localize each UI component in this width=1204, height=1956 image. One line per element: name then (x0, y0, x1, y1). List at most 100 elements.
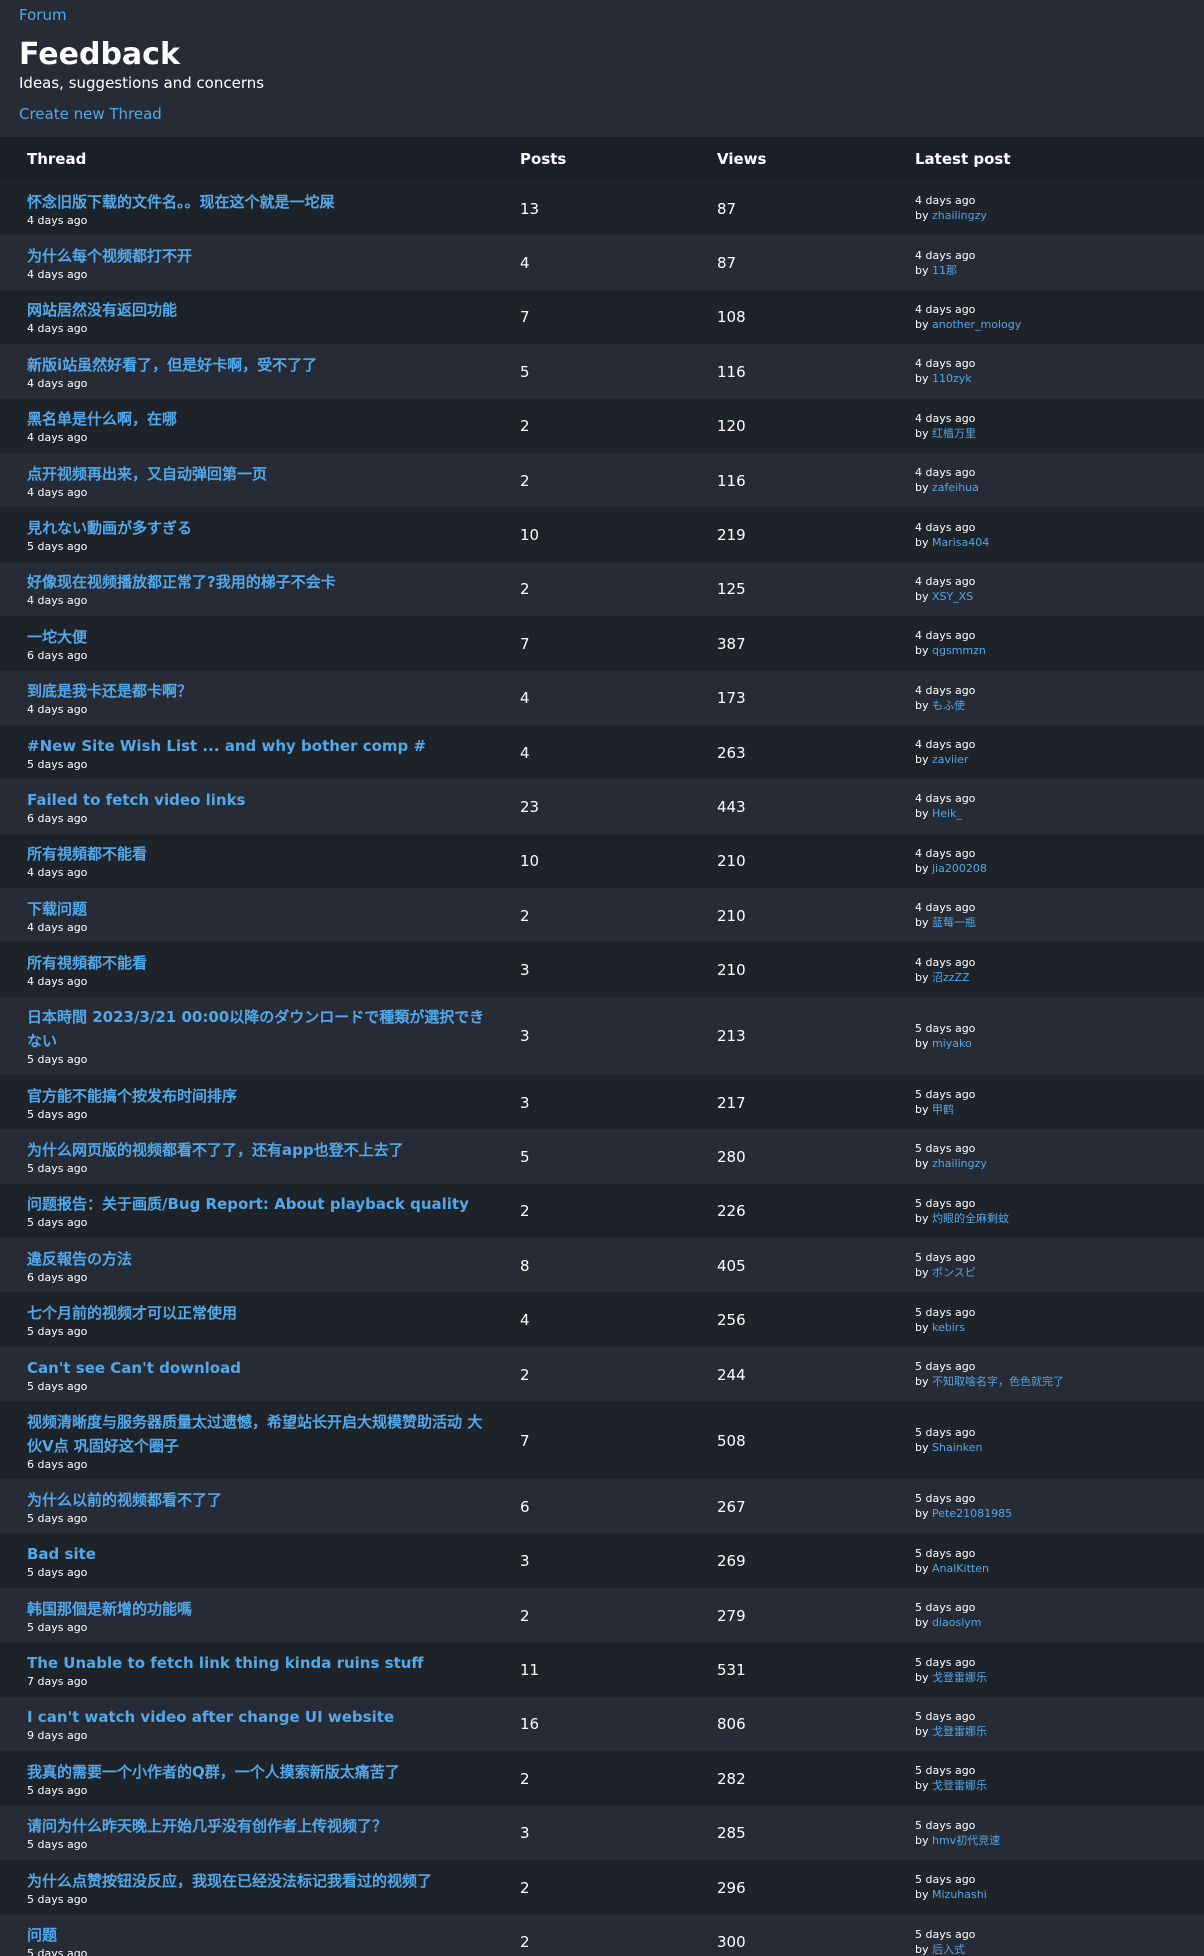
thread-title-link[interactable]: 请问为什么昨天晚上开始几乎没有创作者上传视频了？ (27, 1814, 497, 1838)
posts-count: 2 (520, 1769, 530, 1788)
table-row: 请问为什么昨天晚上开始几乎没有创作者上传视频了？ 5 days ago 3 285 5 … (0, 1805, 1204, 1860)
latest-post-user-link[interactable]: 灼眼的全麻剩蚊 (932, 1212, 1009, 1225)
latest-post-user-link[interactable]: miyako (932, 1037, 972, 1050)
latest-post-user-link[interactable]: ポンスピ (932, 1266, 976, 1279)
create-thread-link[interactable]: Create new Thread (19, 104, 162, 124)
thread-cell: 问题报告：关于画质/Bug Report: About playback qua… (0, 1183, 520, 1239)
thread-title-link[interactable]: 怀念旧版下载的文件名。。现在这个就是一坨屎 (27, 190, 497, 214)
table-row: 问题报告：关于画质/Bug Report: About playback qua… (0, 1183, 1204, 1239)
latest-post-user-link[interactable]: 蓝莓一瓶 (932, 916, 976, 929)
latest-post-user-link[interactable]: qgsmmzn (932, 644, 986, 657)
latest-post-user-link[interactable]: Pete21081985 (932, 1507, 1012, 1520)
thread-title-link[interactable]: 所有視頻都不能看 (27, 842, 497, 866)
thread-title-link[interactable]: I can't watch video after change UI webs… (27, 1705, 497, 1729)
latest-post-user-link[interactable]: diaoslym (932, 1616, 982, 1629)
latest-post-user-link[interactable]: kebirs (932, 1321, 965, 1334)
latest-post-author: by Pete21081985 (915, 1506, 1204, 1521)
thread-title-link[interactable]: 网站居然没有返回功能 (27, 298, 497, 322)
views-count: 405 (717, 1256, 746, 1275)
thread-title-link[interactable]: 为什么网页版的视频都看不了了，还有app也登不上去了 (27, 1138, 497, 1162)
thread-title-link[interactable]: 到底是我卡还是都卡啊？ (27, 679, 497, 703)
posts-cell: 3 (520, 996, 717, 1075)
latest-post-user-link[interactable]: zhailingzy (932, 209, 987, 222)
thread-cell: 视频清晰度与服务器质量太过遗憾，希望站长开启大规模赞助活动 大伙V点 巩固好这个… (0, 1401, 520, 1480)
latest-post-user-link[interactable]: Shainken (932, 1441, 982, 1454)
thread-title-link[interactable]: 七个月前的视频才可以正常使用 (27, 1301, 497, 1325)
views-count: 279 (717, 1606, 746, 1625)
thread-title-link[interactable]: 好像现在视频播放都正常了?我用的梯子不会卡 (27, 570, 497, 594)
latest-post-user-link[interactable]: 11那 (932, 264, 957, 277)
thread-title-link[interactable]: 我真的需要一个小作者的Q群，一个人摸索新版太痛苦了 (27, 1760, 497, 1784)
thread-title-link[interactable]: #New Site Wish List ... and why bother c… (27, 734, 497, 758)
latest-post-user-link[interactable]: XSY_XS (932, 590, 973, 603)
views-cell: 125 (717, 561, 915, 617)
thread-title-link[interactable]: 问题报告：关于画质/Bug Report: About playback qua… (27, 1192, 497, 1216)
latest-post-user-link[interactable]: Mizuhashi (932, 1888, 987, 1901)
posts-count: 5 (520, 1147, 530, 1166)
latest-post-user-link[interactable]: zafeihua (932, 481, 979, 494)
thread-title-link[interactable]: 新版i站虽然好看了，但是好卡啊，受不了了 (27, 353, 497, 377)
thread-title-link[interactable]: 为什么点赞按钮没反应，我现在已经没法标记我看过的视频了 (27, 1869, 497, 1893)
latest-post-user-link[interactable]: 110zyk (932, 372, 972, 385)
by-label: by (915, 1779, 929, 1793)
posts-count: 3 (520, 1027, 530, 1046)
latest-post-user-link[interactable]: zaviier (932, 753, 968, 766)
thread-title-link[interactable]: 黑名单是什么啊，在哪 (27, 407, 497, 431)
views-count: 300 (717, 1933, 746, 1952)
latest-post-date: 5 days ago (915, 1709, 976, 1723)
views-cell: 219 (717, 507, 915, 562)
latest-post-user-link[interactable]: Marisa404 (932, 536, 989, 549)
thread-title-link[interactable]: Failed to fetch video links (27, 788, 497, 812)
thread-cell: 请问为什么昨天晚上开始几乎没有创作者上传视频了？ 5 days ago (0, 1805, 520, 1860)
latest-post-date: 4 days ago (915, 792, 976, 806)
thread-title-link[interactable]: 官方能不能搞个按发布时间排序 (27, 1084, 497, 1108)
column-header-latest-post: Latest post (915, 137, 1204, 181)
thread-title-link[interactable]: 韩国那個是新增的功能嗎 (27, 1597, 497, 1621)
thread-title-link[interactable]: 为什么每个视频都打不开 (27, 244, 497, 268)
thread-title-link[interactable]: 问题 (27, 1923, 497, 1947)
latest-post-user-link[interactable]: 戈登雷娜乐 (932, 1779, 987, 1792)
thread-created-date: 5 days ago (27, 1325, 88, 1339)
by-label: by (915, 589, 929, 603)
latest-post-date: 4 days ago (915, 302, 976, 316)
posts-count: 7 (520, 1431, 530, 1450)
latest-post-user-link[interactable]: 甲鹤 (932, 1103, 954, 1116)
thread-cell: 问题 5 days ago (0, 1914, 520, 1956)
latest-post-user-link[interactable]: 不知取啥名字，色色就完了 (932, 1375, 1064, 1388)
thread-title-link[interactable]: 下载问题 (27, 897, 497, 921)
thread-title-link[interactable]: 日本時間 2023/3/21 00:00以降のダウンロードで種類が選択できない (27, 1005, 497, 1053)
latest-post-user-link[interactable]: 沼zzZZ (932, 971, 970, 984)
posts-cell: 7 (520, 1401, 717, 1480)
posts-cell: 2 (520, 1914, 717, 1956)
latest-post-user-link[interactable]: hmv初代竞速 (932, 1834, 1000, 1847)
thread-title-link[interactable]: Can't see Can't download (27, 1356, 497, 1380)
thread-title-link[interactable]: 视频清晰度与服务器质量太过遗憾，希望站长开启大规模赞助活动 大伙V点 巩固好这个… (27, 1410, 497, 1458)
latest-post-user-link[interactable]: 戈登雷娜乐 (932, 1725, 987, 1738)
thread-title-link[interactable]: 違反報告の方法 (27, 1247, 497, 1271)
latest-post-user-link[interactable]: 红樯万里 (932, 427, 976, 440)
latest-post-user-link[interactable]: another_mology (932, 318, 1021, 331)
thread-title-link[interactable]: 所有視頻都不能看 (27, 951, 497, 975)
latest-post-user-link[interactable]: zhailingzy (932, 1157, 987, 1170)
thread-title-link[interactable]: 一坨大便 (27, 625, 497, 649)
table-row: Can't see Can't download 5 days ago 2 244 5 … (0, 1346, 1204, 1402)
latest-post-user-link[interactable]: AnalKitten (932, 1562, 989, 1575)
thread-title-link[interactable]: 点开视频再出来，又自动弹回第一页 (27, 462, 497, 486)
thread-created-date: 4 days ago (27, 268, 88, 282)
breadcrumb-forum-link[interactable]: Forum (19, 5, 67, 25)
latest-post-user-link[interactable]: もふ使 (932, 699, 965, 712)
latest-post-user-link[interactable]: 后入式 (932, 1943, 965, 1956)
latest-post-user-link[interactable]: 戈登雷娜乐 (932, 1671, 987, 1684)
views-count: 210 (717, 961, 746, 980)
thread-cell: Can't see Can't download 5 days ago (0, 1346, 520, 1402)
latest-post-user-link[interactable]: Heik_ (932, 807, 962, 820)
thread-title-link[interactable]: 見れない動画が多すぎる (27, 516, 497, 540)
views-count: 87 (717, 254, 737, 273)
views-count: 296 (717, 1878, 746, 1897)
latest-post-cell: 4 days ago by 110zyk (915, 344, 1204, 399)
thread-title-link[interactable]: 为什么以前的视频都看不了了 (27, 1488, 497, 1512)
views-count: 263 (717, 743, 746, 762)
thread-title-link[interactable]: Bad site (27, 1542, 497, 1566)
latest-post-user-link[interactable]: jia200208 (932, 862, 987, 875)
thread-title-link[interactable]: The Unable to fetch link thing kinda rui… (27, 1651, 497, 1675)
